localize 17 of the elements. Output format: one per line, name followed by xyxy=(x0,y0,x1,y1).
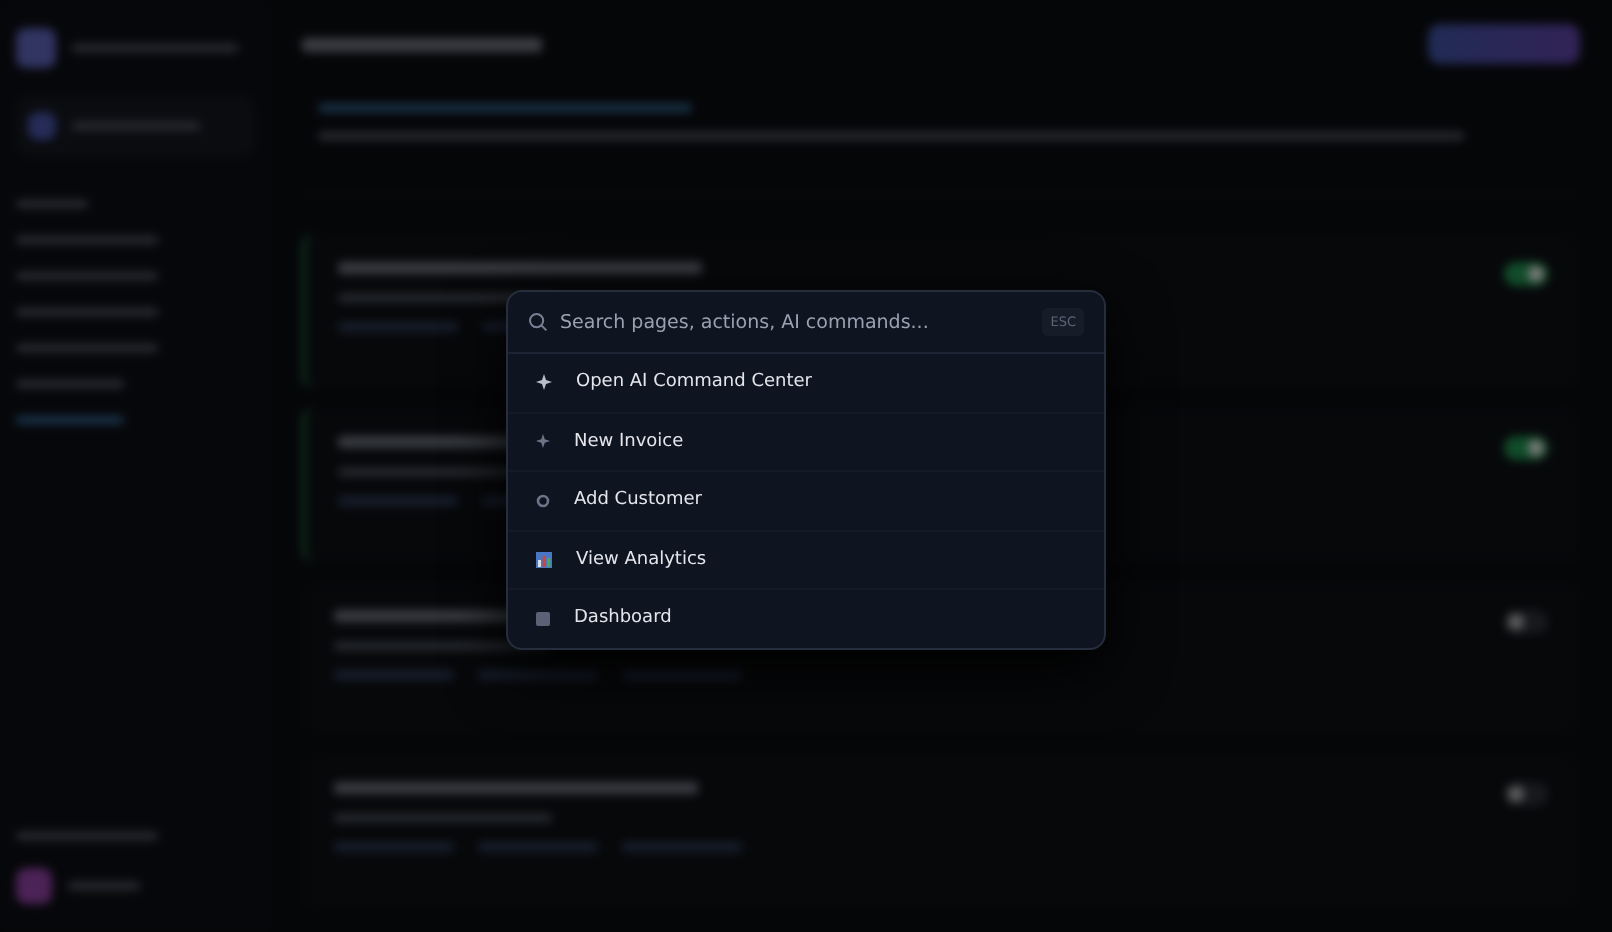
command-item[interactable]: Dashboard xyxy=(508,588,1104,647)
toggle-switch[interactable] xyxy=(1504,609,1548,634)
toggle-switch[interactable] xyxy=(1504,435,1548,460)
square-icon xyxy=(536,611,550,626)
search-field[interactable]: Search pages, actions, AI commands... xyxy=(560,311,1031,333)
bar-chart-icon xyxy=(536,551,552,568)
toggle-switch[interactable] xyxy=(1504,782,1548,807)
command-item[interactable]: Add Customer xyxy=(508,470,1104,529)
sparkle-icon xyxy=(536,374,552,391)
toggle-switch[interactable] xyxy=(1504,262,1548,287)
command-item[interactable]: View Analytics xyxy=(508,529,1104,588)
command-item[interactable]: Open AI Command Center xyxy=(508,354,1104,411)
header-button[interactable] xyxy=(1428,24,1580,64)
ring-icon xyxy=(536,493,550,508)
command-item[interactable]: New Invoice xyxy=(508,411,1104,470)
search-icon xyxy=(528,312,548,332)
sparkle-icon xyxy=(536,434,550,449)
